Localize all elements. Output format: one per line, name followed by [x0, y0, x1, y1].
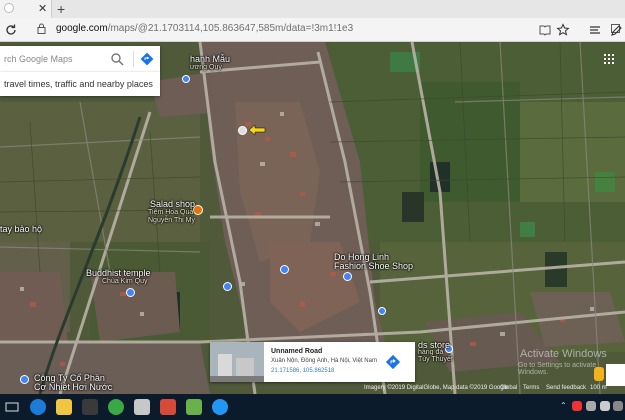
street-view-image: [210, 342, 264, 382]
place-sublabel: Tùy Thuyết: [418, 356, 453, 363]
satellite-map[interactable]: hanh Mẫu ương Quý Salad shop Tiệm Hoa Qu…: [0, 42, 625, 394]
shop-pin-icon[interactable]: [343, 272, 352, 281]
dropped-pin-marker[interactable]: [238, 126, 247, 135]
web-note-icon[interactable]: [610, 21, 624, 39]
place-sublabel: ương Quý: [190, 64, 222, 71]
app-icon[interactable]: [108, 399, 124, 415]
google-favicon-icon: [4, 3, 14, 13]
arrow-annotation-icon: [248, 124, 266, 136]
company-pin-icon[interactable]: [20, 375, 29, 384]
new-tab-button[interactable]: +: [57, 0, 65, 18]
search-icon[interactable]: [110, 52, 124, 66]
reading-view-icon[interactable]: [538, 21, 552, 39]
app-icon[interactable]: [212, 399, 228, 415]
suggestion-text: travel times, traffic and nearby places: [4, 79, 153, 89]
place-sublabel: hàng đá: [418, 349, 444, 356]
app-icon[interactable]: [160, 399, 176, 415]
search-divider: [133, 51, 134, 67]
scale-bar: 100 m: [590, 385, 607, 391]
tab-strip: ✕ +: [0, 0, 625, 18]
location-info-card[interactable]: Unnamed Road Xuân Nộn, Đông Anh, Hà Nội,…: [210, 342, 415, 382]
place-label[interactable]: Buddhist temple: [86, 268, 151, 278]
place-pin-icon[interactable]: [182, 75, 190, 83]
url-host: google.com: [56, 23, 108, 34]
address-bar-row: google.com/maps/@21.1703114,105.863647,5…: [0, 18, 625, 42]
place-label[interactable]: tay bảo hộ: [0, 224, 42, 234]
map-footer: Imagery ©2019 DigitalGlobe, Map data ©20…: [0, 384, 625, 394]
place-pin-icon[interactable]: [223, 282, 232, 291]
location-title: Unnamed Road: [271, 348, 323, 355]
volume-icon[interactable]: [600, 401, 610, 411]
place-sublabel: Nguyễn Thị My: [148, 217, 195, 224]
pegman-icon[interactable]: [594, 367, 604, 381]
network-icon[interactable]: [586, 401, 596, 411]
refresh-icon[interactable]: [4, 21, 18, 39]
search-input[interactable]: rch Google Maps: [4, 54, 73, 64]
app-icon[interactable]: [186, 399, 202, 415]
activate-windows-watermark: Activate Windows: [520, 348, 607, 360]
place-label[interactable]: Fashion Shoe Shop: [334, 261, 413, 271]
edge-browser-icon[interactable]: [30, 399, 46, 415]
hub-menu-icon[interactable]: [588, 21, 602, 39]
temple-pin-icon[interactable]: [126, 288, 135, 297]
zoom-controls[interactable]: [606, 364, 625, 386]
place-sublabel: Chùa Kim Quy: [102, 278, 148, 285]
place-pin-icon[interactable]: [280, 265, 289, 274]
directions-icon[interactable]: [385, 354, 401, 370]
place-pin-icon[interactable]: [378, 307, 386, 315]
url-path: /maps/@21.1703114,105.863647,585m/data=!…: [107, 23, 354, 34]
tray-app-icon[interactable]: [572, 401, 582, 411]
url-field[interactable]: google.com/maps/@21.1703114,105.863647,5…: [56, 23, 353, 34]
global-link[interactable]: Global: [500, 385, 517, 391]
place-sublabel: Tiệm Hoa Quả: [148, 209, 194, 216]
location-address: Xuân Nộn, Đông Anh, Hà Nội, Việt Nam: [271, 358, 377, 364]
street-view-thumbnail[interactable]: [210, 342, 264, 382]
lock-icon: [37, 23, 46, 34]
notification-icon[interactable]: [613, 401, 623, 411]
imagery-attribution: Imagery ©2019 DigitalGlobe, Map data ©20…: [364, 385, 509, 391]
taskbar: ⌃: [0, 394, 625, 420]
place-label[interactable]: Salad shop: [150, 199, 195, 209]
location-coordinates[interactable]: 21.171586, 105.862518: [271, 368, 334, 374]
search-suggestion[interactable]: travel times, traffic and nearby places: [0, 72, 160, 96]
app-icon[interactable]: [134, 399, 150, 415]
search-box[interactable]: rch Google Maps: [0, 46, 160, 72]
tray-chevron-icon[interactable]: ⌃: [560, 401, 567, 410]
task-view-icon[interactable]: [4, 399, 20, 415]
favorite-star-icon[interactable]: [556, 21, 570, 39]
file-explorer-icon[interactable]: [56, 399, 72, 415]
apps-grid-icon[interactable]: [604, 54, 614, 64]
send-feedback-link[interactable]: Send feedback: [546, 385, 586, 391]
store-icon[interactable]: [82, 399, 98, 415]
place-label[interactable]: hanh Mẫu: [190, 54, 230, 64]
terms-link[interactable]: Terms: [523, 385, 539, 391]
browser-tab[interactable]: ✕: [0, 0, 52, 18]
directions-icon[interactable]: [140, 52, 154, 66]
close-tab-icon[interactable]: ✕: [38, 2, 47, 15]
